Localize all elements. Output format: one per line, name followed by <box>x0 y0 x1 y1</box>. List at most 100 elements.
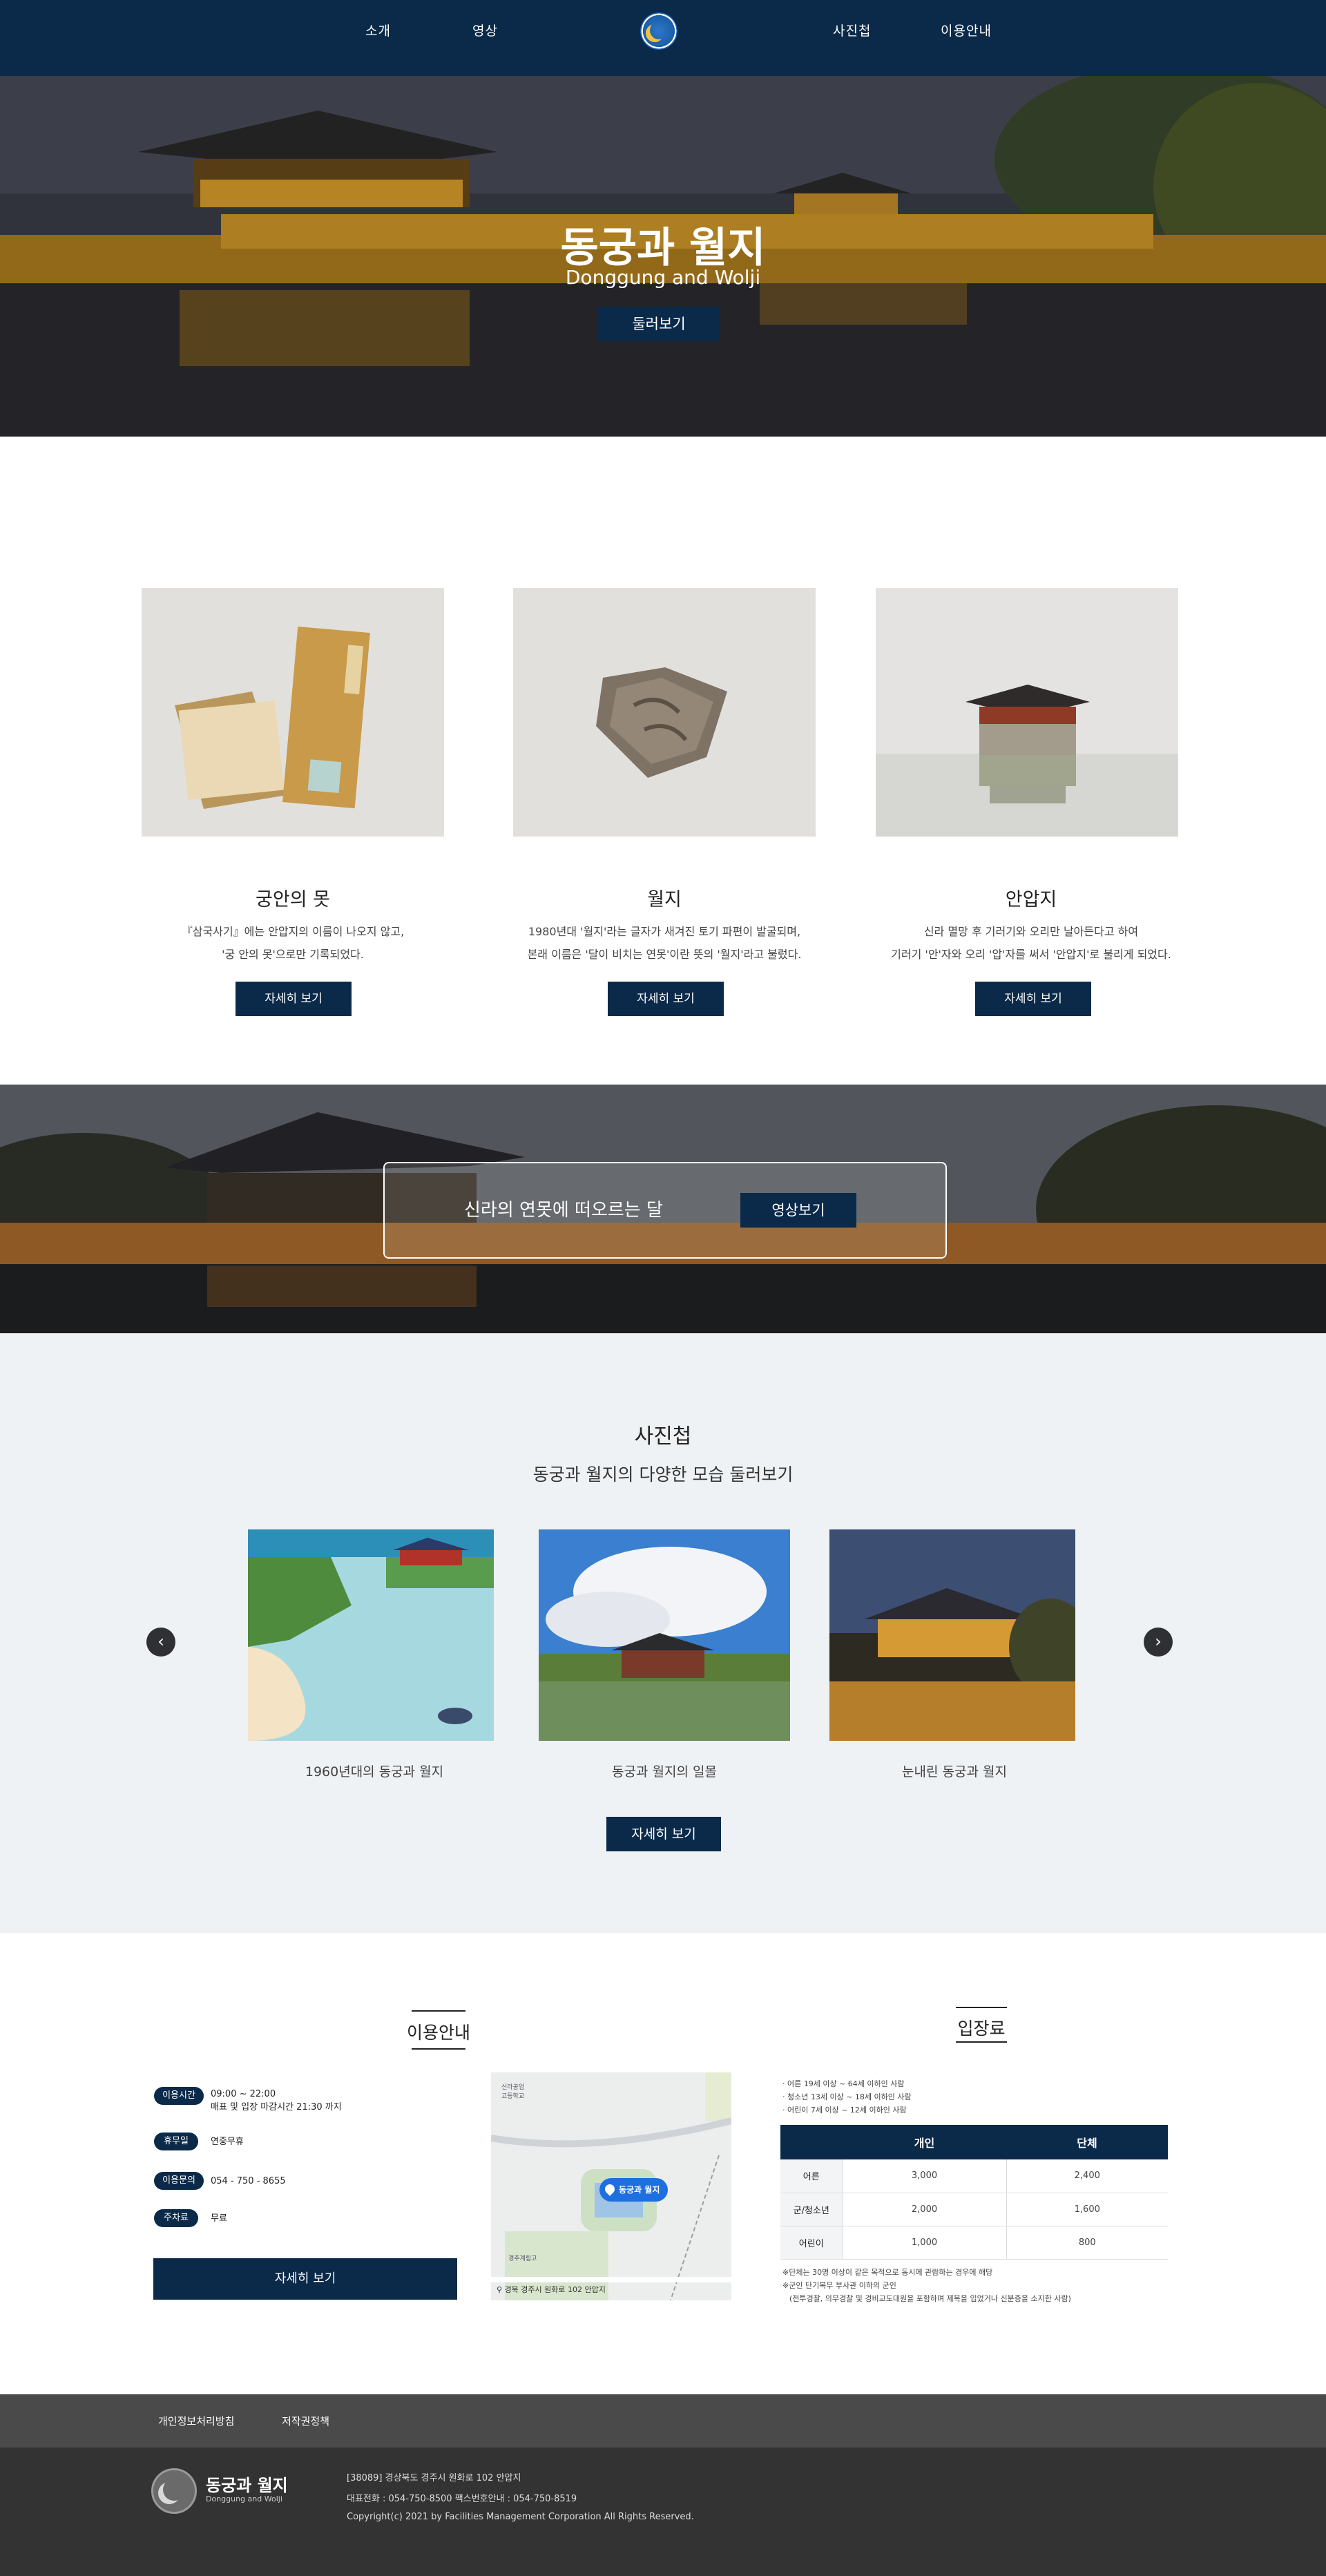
nav-gallery[interactable]: 사진첩 <box>833 21 871 39</box>
fee-row-label: 군/청소년 <box>780 2193 843 2226</box>
value-contact: 054 - 750 - 8655 <box>211 2176 286 2186</box>
fee-header-blank <box>780 2125 843 2159</box>
gallery-prev-arrow[interactable]: ‹ <box>146 1628 175 1657</box>
map-label-line: 신라공업 <box>501 2084 525 2091</box>
footer-brand: 동궁과 월지 <box>206 2476 288 2495</box>
map-address-text: 경북 경주시 원화로 102 안압지 <box>504 2285 606 2294</box>
hero-subtitle: Donggung and Wolji <box>565 266 761 289</box>
card-title-palace-pond: 궁안의 못 <box>256 889 330 910</box>
gallery-image-snow[interactable] <box>829 1529 1075 1741</box>
video-callout-box: 신라의 연못에 떠오르는 달 영상보기 <box>383 1162 947 1259</box>
fee-note: · 어른 19세 이상 ~ 64세 이하인 사람 <box>782 2079 905 2088</box>
label-holiday: 휴무일 <box>154 2133 198 2150</box>
fee-cell: 2,400 <box>1006 2159 1168 2193</box>
gallery-subtitle: 동궁과 월지의 다양한 모습 둘러보기 <box>532 1464 794 1485</box>
video-banner: 신라의 연못에 떠오르는 달 영상보기 <box>0 1085 1326 1333</box>
location-icon: ⚲ <box>497 2285 505 2294</box>
top-header: 소개 영상 사진첩 이용안내 <box>0 0 1326 76</box>
fee-cell: 1,600 <box>1006 2193 1168 2226</box>
desc-line: 본래 이름은 '달이 비치는 연못'이란 뜻의 '월지'라고 불렀다. <box>527 948 802 961</box>
map-pin[interactable]: 동궁과 월지 <box>599 2178 669 2202</box>
footer-copyright: Copyright(c) 2021 by Facilities Manageme… <box>347 2512 694 2522</box>
map-school-label: 신라공업 고등학교 <box>501 2082 524 2100</box>
privacy-policy-link[interactable]: 개인정보처리방침 <box>158 2414 234 2428</box>
gallery-next-arrow[interactable]: › <box>1144 1628 1173 1657</box>
fee-header-row: 개인 단체 <box>780 2125 1168 2159</box>
desc-line: 기러기 '안'자와 오리 '압'자를 써서 '안압지'로 불리게 되었다. <box>891 948 1171 961</box>
value-hours: 09:00 ~ 22:00 매표 및 입장 마감시간 21:30 까지 <box>211 2088 342 2114</box>
fee-age-notes: · 어른 19세 이상 ~ 64세 이하인 사람 · 청소년 13세 이상 ~ … <box>782 2077 912 2117</box>
map-address: ⚲ 경북 경주시 원화로 102 안압지 <box>497 2284 606 2295</box>
gallery-title: 사진첩 <box>634 1424 692 1449</box>
detail-button-palace-pond[interactable]: 자세히 보기 <box>236 982 352 1016</box>
hero-title: 동궁과 월지 <box>560 224 766 272</box>
desc-line: 1980년대 '월지'라는 글자가 새겨진 토기 파편이 발굴되며, <box>528 925 801 938</box>
hours-note: 매표 및 입장 마감시간 21:30 까지 <box>211 2102 342 2112</box>
logo[interactable] <box>640 12 678 50</box>
info-title-underline <box>412 2048 465 2050</box>
location-map[interactable]: 신라공업 고등학교 경주계림고 동궁과 월지 ⚲ 경북 경주시 원화로 102 … <box>491 2072 731 2300</box>
fee-title-underline <box>956 2041 1007 2043</box>
fee-note: · 어린이 7세 이상 ~ 12세 이하인 사람 <box>782 2106 907 2115</box>
book-image <box>142 588 444 837</box>
footer-phone: 대표전화 : 054-750-8500 팩스번호안내 : 054-750-851… <box>347 2494 577 2504</box>
map-label-line: 고등학교 <box>501 2093 525 2100</box>
fee-footnote: ※단체는 30명 이상이 같은 목적으로 동시에 관람하는 경우에 해당 <box>782 2268 993 2277</box>
gallery-caption-3: 눈내린 동궁과 월지 <box>902 1764 1007 1780</box>
footer-brand-sub: Donggung and Wolji <box>206 2494 282 2503</box>
fee-table: 개인 단체 어른 3,000 2,400 군/청소년 2,000 1,600 어… <box>780 2125 1168 2260</box>
copyright-policy-link[interactable]: 저작권정책 <box>282 2414 329 2428</box>
pavilion-reflection-image <box>876 588 1178 837</box>
table-row: 군/청소년 2,000 1,600 <box>780 2193 1168 2226</box>
desc-line: '궁 안의 못'으로만 기록되었다. <box>222 948 364 961</box>
hours-time: 09:00 ~ 22:00 <box>211 2089 276 2099</box>
watch-video-button[interactable]: 영상보기 <box>740 1193 856 1228</box>
nav-video[interactable]: 영상 <box>472 21 498 39</box>
card-desc-wolji: 1980년대 '월지'라는 글자가 새겨진 토기 파편이 발굴되며, 본래 이름… <box>492 920 837 966</box>
fee-cell: 1,000 <box>842 2226 1007 2260</box>
fee-cell: 3,000 <box>842 2159 1007 2193</box>
desc-line: 신라 멸망 후 기러기와 오리만 날아든다고 하여 <box>923 925 1139 938</box>
table-row: 어린이 1,000 800 <box>780 2226 1168 2260</box>
desc-line: 『삼국사기』에는 안압지의 이름이 나오지 않고, <box>181 925 405 938</box>
detail-button-wolji[interactable]: 자세히 보기 <box>608 982 724 1016</box>
fee-title-line <box>956 2007 1007 2008</box>
tour-button[interactable]: 둘러보기 <box>598 307 720 341</box>
footer: 동궁과 월지 Donggung and Wolji [38089] 경상북도 경… <box>0 2448 1326 2576</box>
fee-row-label: 어른 <box>780 2159 843 2193</box>
card-desc-palace-pond: 『삼국사기』에는 안압지의 이름이 나오지 않고, '궁 안의 못'으로만 기록… <box>120 920 465 966</box>
moon-icon <box>650 21 668 39</box>
info-detail-button[interactable]: 자세히 보기 <box>153 2258 457 2300</box>
nav-intro[interactable]: 소개 <box>365 21 391 39</box>
label-hours: 이용시간 <box>154 2087 204 2105</box>
fee-cell: 800 <box>1006 2226 1168 2260</box>
detail-button-anapji[interactable]: 자세히 보기 <box>975 982 1091 1016</box>
video-caption: 신라의 연못에 떠오르는 달 <box>464 1200 663 1221</box>
nav-info[interactable]: 이용안내 <box>941 21 992 39</box>
gallery-section: 사진첩 동궁과 월지의 다양한 모습 둘러보기 ‹ › 1960년대의 동궁과 … <box>0 1333 1326 1933</box>
fee-footnote: ※군인 단기복무 부사관 이하의 군인 <box>782 2281 896 2290</box>
gallery-image-sunset[interactable] <box>539 1529 790 1741</box>
gallery-caption-1: 1960년대의 동궁과 월지 <box>305 1764 444 1780</box>
fee-footnote: (전투경찰, 의무경찰 및 경비교도대원을 포함하며 제복을 입었거나 신분증을… <box>789 2294 1071 2303</box>
fee-cell: 2,000 <box>842 2193 1007 2226</box>
map-pin-label: 동궁과 월지 <box>619 2185 660 2195</box>
card-desc-anapji: 신라 멸망 후 기러기와 오리만 날아든다고 하여 기러기 '안'자와 오리 '… <box>858 920 1204 966</box>
pottery-shard-image <box>513 588 816 837</box>
gallery-image-1960s[interactable] <box>248 1529 494 1741</box>
label-parking: 주차료 <box>154 2209 198 2227</box>
map-school-label-2: 경주계림고 <box>508 2255 537 2262</box>
fee-note: · 청소년 13세 이상 ~ 18세 이하인 사람 <box>782 2092 912 2101</box>
info-title: 이용안내 <box>406 2023 470 2043</box>
value-parking: 무료 <box>211 2213 227 2224</box>
value-holiday: 연중무휴 <box>211 2137 244 2147</box>
card-title-anapji: 안압지 <box>1005 889 1057 910</box>
label-contact: 이용문의 <box>154 2172 204 2190</box>
fee-footnotes: ※단체는 30명 이상이 같은 목적으로 동시에 관람하는 경우에 해당 ※군인… <box>782 2266 1071 2305</box>
fee-header-individual: 개인 <box>843 2125 1007 2159</box>
gallery-detail-button[interactable]: 자세히 보기 <box>606 1817 721 1851</box>
map-marker-icon <box>603 2182 617 2196</box>
gallery-caption-2: 동궁과 월지의 일몰 <box>612 1764 717 1780</box>
footer-logo-icon <box>151 2468 197 2514</box>
card-title-wolji: 월지 <box>647 889 682 910</box>
